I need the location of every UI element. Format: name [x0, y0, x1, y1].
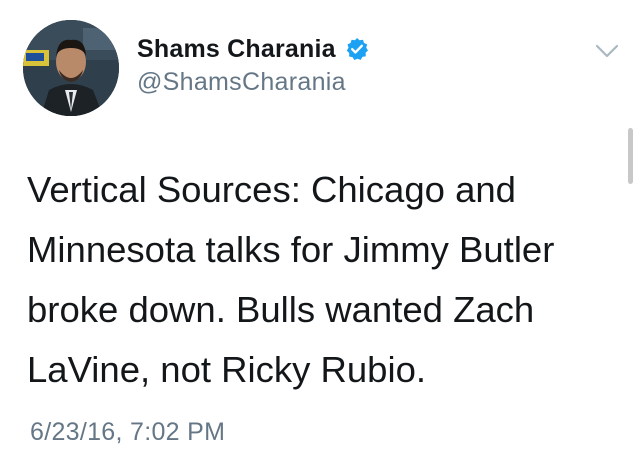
author-block: Shams Charania @ShamsCharania: [137, 32, 369, 97]
author-display-name[interactable]: Shams Charania: [137, 35, 336, 64]
tweet-text: Vertical Sources: Chicago and Minnesota …: [27, 169, 555, 390]
author-handle[interactable]: @ShamsCharania: [137, 68, 369, 97]
tweet-timestamp[interactable]: 6/23/16, 7:02 PM: [30, 418, 225, 447]
scrollbar[interactable]: [628, 128, 633, 184]
verified-badge-icon: [345, 37, 369, 61]
avatar-photo-icon: [23, 20, 119, 116]
chevron-down-icon[interactable]: [592, 40, 622, 62]
tweet-card: Shams Charania @ShamsCharania Vertical S…: [0, 0, 640, 476]
author-name-row: Shams Charania: [137, 32, 369, 66]
avatar[interactable]: [23, 20, 119, 116]
